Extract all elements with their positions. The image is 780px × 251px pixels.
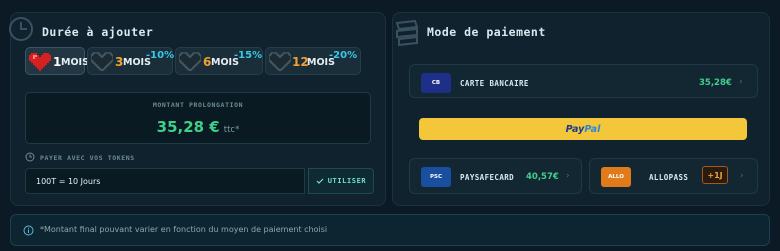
amount-label: MONTANT PROLONGATION: [152, 101, 244, 109]
payment-paysafecard-option[interactable]: PSC PAYSAFECARD 40,57€ ›: [409, 158, 582, 194]
allopass-badge: +1J: [702, 166, 728, 184]
heart-icon: [91, 52, 113, 71]
duration-option-12-months[interactable]: 12 MOIS -20%: [265, 47, 361, 75]
notice-text: *Montant final pouvant varier en fonctio…: [40, 225, 328, 234]
duration-discount: -15%: [234, 50, 263, 61]
paysafecard-logo: PSC: [421, 167, 451, 187]
duration-option-6-months[interactable]: 6 MOIS -15%: [175, 47, 263, 75]
token-label: PAYER AVEC VOS TOKENS: [40, 154, 135, 162]
duration-option-3-months[interactable]: 3 MOIS -10%: [87, 47, 175, 75]
paysafecard-price: 40,57€: [526, 172, 559, 182]
chevron-right-icon: ›: [566, 171, 570, 181]
paypal-button[interactable]: Pay Pal: [419, 118, 747, 140]
amount-suffix: ttc*: [223, 125, 240, 135]
payment-title: Mode de paiement: [427, 25, 546, 39]
card-price: 35,28€: [699, 78, 732, 88]
wallet-icon: [395, 19, 419, 47]
payment-allopass-option[interactable]: ALLO ALLOPASS ›: [589, 158, 758, 194]
allopass-logo: ALLO: [601, 167, 631, 187]
card-logo: CB: [421, 73, 451, 93]
amount-value: 35,28 €: [156, 118, 220, 136]
paypal-pay: Pay: [565, 123, 585, 135]
heart-icon: [179, 52, 201, 71]
use-button-label: UTILISER: [327, 177, 367, 185]
duration-title: Durée à ajouter: [42, 25, 154, 39]
card-name: CARTE BANCAIRE: [460, 79, 529, 88]
use-tokens-button[interactable]: UTILISER: [308, 168, 374, 194]
allopass-name: ALLOPASS: [649, 173, 689, 182]
chevron-right-icon: ›: [740, 171, 744, 181]
duration-unit: MOIS: [61, 57, 89, 68]
token-input[interactable]: [25, 168, 305, 194]
paysafecard-name: PAYSAFECARD: [460, 173, 515, 182]
heart-icon: [29, 53, 51, 71]
duration-discount: -10%: [146, 50, 175, 61]
clock-icon: [25, 152, 35, 162]
amount-line: 35,28 € ttc*: [26, 117, 370, 136]
heart-icon: [269, 52, 291, 71]
payment-card-option[interactable]: CB CARTE BANCAIRE 35,28€ ›: [409, 64, 758, 98]
duration-option-1-month[interactable]: 1 MOIS: [25, 47, 89, 75]
notice-banner: *Montant final pouvant varier en fonctio…: [10, 214, 770, 246]
check-icon: [316, 178, 324, 184]
clock-icon: [9, 17, 33, 41]
duration-discount: -20%: [329, 50, 358, 61]
paypal-pal: Pal: [584, 123, 601, 135]
amount-box: MONTANT PROLONGATION 35,28 € ttc*: [25, 92, 371, 144]
info-icon: [23, 225, 34, 236]
chevron-right-icon: ›: [739, 77, 743, 87]
